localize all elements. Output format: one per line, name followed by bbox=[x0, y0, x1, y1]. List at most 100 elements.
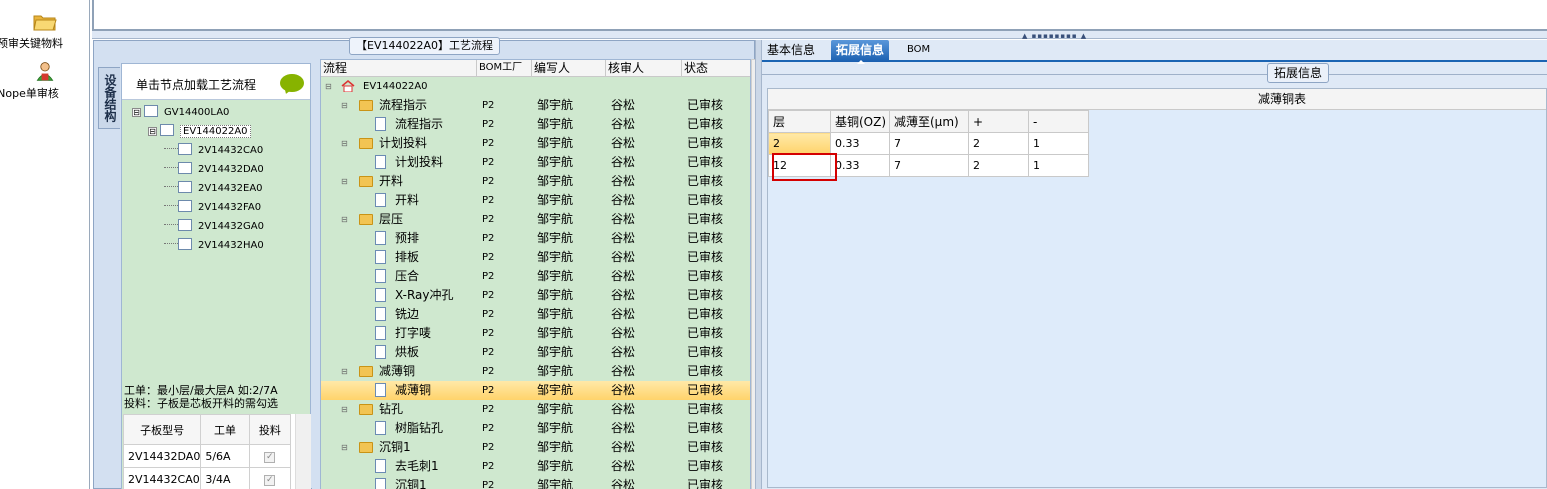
table-row[interactable]: 减薄铜 P2 邹宇航 谷松 已审核 bbox=[321, 381, 750, 400]
table-row[interactable]: 树脂钻孔 P2 邹宇航 谷松 已审核 bbox=[321, 419, 750, 438]
inner-splitter[interactable] bbox=[312, 63, 320, 489]
column-header[interactable]: 投料 bbox=[248, 414, 292, 445]
expander-icon[interactable]: ⊟ bbox=[148, 127, 157, 136]
launch-nope-review[interactable]: Nope单审核 bbox=[0, 60, 90, 101]
column-header[interactable]: 流程 bbox=[321, 60, 477, 76]
table-row[interactable]: 沉铜1 P2 邹宇航 谷松 已审核 bbox=[321, 476, 750, 489]
tree-node[interactable]: 2V14432GA0 bbox=[122, 217, 310, 236]
table-row[interactable]: ⊟ 层压 P2 邹宇航 谷松 已审核 bbox=[321, 210, 750, 229]
horizontal-splitter[interactable]: ▲ ▪▪▪▪▪▪▪▪ ▲ bbox=[92, 31, 1547, 40]
user-icon bbox=[36, 62, 54, 81]
table-row[interactable]: ⊟ 减薄铜 P2 邹宇航 谷松 已审核 bbox=[321, 362, 750, 381]
table-row[interactable]: 打字唛 P2 邹宇航 谷松 已审核 bbox=[321, 324, 750, 343]
process-name-cell: 铣边 bbox=[321, 305, 477, 324]
table-row[interactable]: 流程指示 P2 邹宇航 谷松 已审核 bbox=[321, 115, 750, 134]
table-row[interactable]: X-Ray冲孔 P2 邹宇航 谷松 已审核 bbox=[321, 286, 750, 305]
reviewer-cell: 谷松 bbox=[611, 231, 636, 245]
collapse-icon[interactable]: ⊟ bbox=[325, 77, 332, 96]
column-header[interactable]: 状态 bbox=[682, 60, 750, 76]
tree-node[interactable]: ⊟ EV144022A0 bbox=[122, 122, 310, 141]
tree-node-label: 2V14432GA0 bbox=[198, 221, 264, 232]
collapse-icon[interactable]: ⊟ bbox=[341, 210, 348, 229]
column-header[interactable]: + bbox=[968, 110, 1029, 133]
cell[interactable]: 2 bbox=[968, 132, 1029, 155]
tab-basic-info[interactable]: 基本信息 bbox=[762, 40, 820, 62]
cell[interactable]: 1 bbox=[1028, 154, 1089, 177]
tree-node[interactable]: 2V14432FA0 bbox=[122, 198, 310, 217]
process-name: 压合 bbox=[395, 269, 420, 283]
tab-extended-info[interactable]: 拓展信息 bbox=[831, 40, 890, 64]
process-name-cell: ⊟ 计划投料 bbox=[321, 134, 477, 153]
collapse-icon[interactable]: ⊟ bbox=[341, 400, 348, 419]
document-icon bbox=[375, 478, 386, 489]
column-header[interactable]: 减薄至(μm) bbox=[889, 110, 969, 133]
table-row[interactable]: 2V14432DA0 5/6A ✓ bbox=[122, 444, 292, 468]
tree-root-row[interactable]: ⊟ EV144022A0 bbox=[321, 77, 750, 96]
table-row[interactable]: 去毛刺1 P2 邹宇航 谷松 已审核 bbox=[321, 457, 750, 476]
cell[interactable]: 2 bbox=[968, 154, 1029, 177]
collapse-icon[interactable]: ⊟ bbox=[341, 134, 348, 153]
reviewer-cell: 谷松 bbox=[611, 117, 636, 131]
tab-equipment-structure[interactable]: 设备结构 bbox=[98, 67, 120, 129]
table-row[interactable]: 开料 P2 邹宇航 谷松 已审核 bbox=[321, 191, 750, 210]
reviewer-cell: 谷松 bbox=[611, 155, 636, 169]
table-row[interactable]: 2 0.33 7 2 1 bbox=[768, 132, 1089, 155]
process-name-cell: ⊟ 减薄铜 bbox=[321, 362, 477, 381]
column-header[interactable]: 层 bbox=[768, 110, 831, 133]
process-name-cell: 减薄铜 bbox=[321, 381, 477, 400]
cell[interactable]: 7 bbox=[889, 132, 969, 155]
table-row[interactable]: ⊟ 流程指示 P2 邹宇航 谷松 已审核 bbox=[321, 96, 750, 115]
collapse-icon[interactable]: ⊟ bbox=[341, 172, 348, 191]
collapse-icon[interactable]: ⊟ bbox=[341, 96, 348, 115]
vertical-scrollbar[interactable] bbox=[295, 414, 311, 489]
tree-node[interactable]: ⊟ GV14400LA0 bbox=[122, 103, 310, 122]
table-row[interactable]: ⊟ 钻孔 P2 邹宇航 谷松 已审核 bbox=[321, 400, 750, 419]
collapse-icon[interactable]: ⊟ bbox=[341, 438, 348, 457]
tree-node[interactable]: 2V14432EA0 bbox=[122, 179, 310, 198]
column-header[interactable]: 工单 bbox=[200, 414, 250, 445]
feed-checkbox[interactable]: ✓ bbox=[248, 467, 292, 489]
expander-icon[interactable]: ⊟ bbox=[132, 108, 141, 117]
cell[interactable]: 0.33 bbox=[830, 132, 890, 155]
writer-cell: 邹宇航 bbox=[537, 193, 574, 207]
process-name: 沉铜1 bbox=[395, 478, 427, 489]
center-splitter[interactable] bbox=[755, 40, 762, 489]
column-header[interactable]: 基铜(OZ) bbox=[830, 110, 890, 133]
cell[interactable]: 7 bbox=[889, 154, 969, 177]
table-row[interactable]: 压合 P2 邹宇航 谷松 已审核 bbox=[321, 267, 750, 286]
feed-checkbox[interactable]: ✓ bbox=[248, 444, 292, 468]
cell[interactable]: 0.33 bbox=[830, 154, 890, 177]
table-row[interactable]: 2V14432CA0 3/4A ✓ bbox=[122, 467, 292, 489]
table-row[interactable]: 铣边 P2 邹宇航 谷松 已审核 bbox=[321, 305, 750, 324]
status-cell: 已审核 bbox=[687, 402, 724, 416]
table-row[interactable]: ⊟ 沉铜1 P2 邹宇航 谷松 已审核 bbox=[321, 438, 750, 457]
reviewer-cell: 谷松 bbox=[611, 421, 636, 435]
column-header[interactable]: BOM工厂 bbox=[477, 60, 532, 76]
table-row[interactable]: 预排 P2 邹宇航 谷松 已审核 bbox=[321, 229, 750, 248]
launch-prereview-material[interactable]: 预审关键物料 bbox=[0, 10, 90, 51]
table-row[interactable]: ⊟ 开料 P2 邹宇航 谷松 已审核 bbox=[321, 172, 750, 191]
collapse-icon[interactable]: ⊟ bbox=[341, 362, 348, 381]
process-name-cell: 流程指示 bbox=[321, 115, 477, 134]
table-row[interactable]: 排板 P2 邹宇航 谷松 已审核 bbox=[321, 248, 750, 267]
writer-cell: 邹宇航 bbox=[537, 421, 574, 435]
table-row[interactable]: 烘板 P2 邹宇航 谷松 已审核 bbox=[321, 343, 750, 362]
tab-bom[interactable]: BOM bbox=[902, 40, 935, 62]
column-header[interactable]: - bbox=[1028, 110, 1089, 133]
cell[interactable]: 1 bbox=[1028, 132, 1089, 155]
table-row[interactable]: 计划投料 P2 邹宇航 谷松 已审核 bbox=[321, 153, 750, 172]
tree-node[interactable]: 2V14432DA0 bbox=[122, 160, 310, 179]
node-icon bbox=[178, 143, 192, 155]
column-header[interactable]: 核审人 bbox=[606, 60, 682, 76]
tree-node[interactable]: 2V14432HA0 bbox=[122, 236, 310, 255]
column-header[interactable]: 子板型号 bbox=[122, 414, 202, 445]
launch-label: Nope单审核 bbox=[0, 87, 59, 100]
writer-cell: 邹宇航 bbox=[537, 174, 574, 188]
document-icon bbox=[375, 250, 386, 264]
process-name-cell: 沉铜1 bbox=[321, 476, 477, 489]
column-header[interactable]: 编写人 bbox=[532, 60, 606, 76]
tree-node[interactable]: 2V14432CA0 bbox=[122, 141, 310, 160]
cell[interactable]: 2 bbox=[768, 132, 831, 155]
table-row[interactable]: ⊟ 计划投料 P2 邹宇航 谷松 已审核 bbox=[321, 134, 750, 153]
bom-factory-cell: P2 bbox=[482, 461, 495, 472]
